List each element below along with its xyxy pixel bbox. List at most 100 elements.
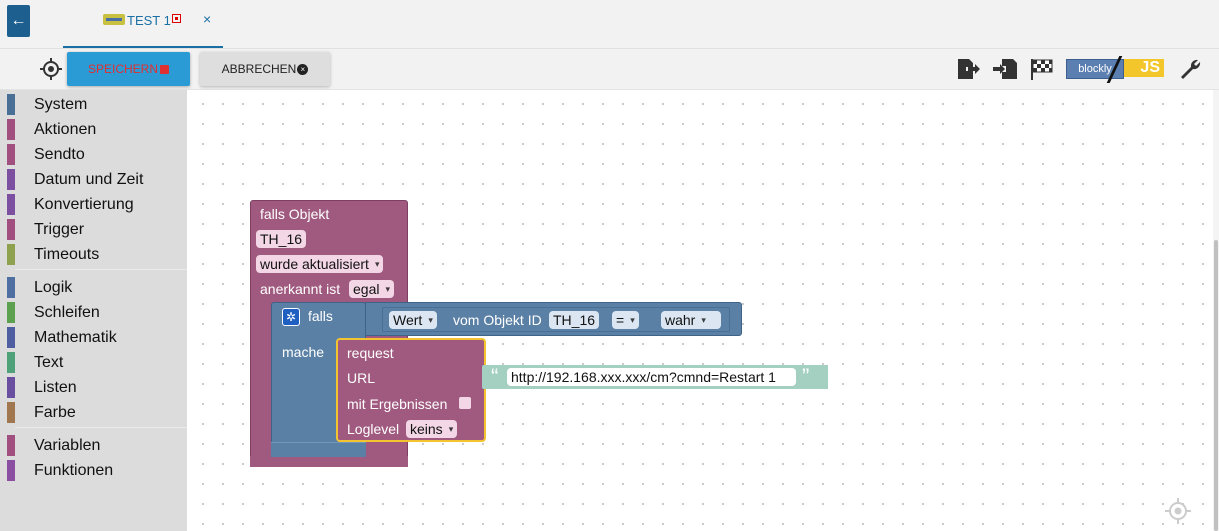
- recenter-icon[interactable]: [1164, 497, 1192, 525]
- category-color: [7, 435, 15, 456]
- results-checkbox[interactable]: [459, 397, 471, 409]
- save-button[interactable]: SPEICHERN: [67, 52, 190, 86]
- category-label: Mathematik: [34, 329, 117, 346]
- blockly-workspace[interactable]: falls Objekt TH_16 wurde aktualisiert an…: [187, 90, 1213, 531]
- category-aktionen[interactable]: Aktionen: [0, 117, 187, 142]
- trigger-object-field[interactable]: TH_16: [256, 230, 307, 248]
- tab-title: TEST 1: [127, 13, 171, 28]
- flag-icon[interactable]: [1029, 57, 1055, 81]
- trigger-event-dropdown[interactable]: wurde aktualisiert: [256, 255, 384, 273]
- category-mathematik[interactable]: Mathematik: [0, 325, 187, 350]
- request-title: request: [347, 345, 394, 361]
- do-label: mache: [282, 344, 325, 360]
- category-label: Timeouts: [34, 246, 100, 263]
- value-dd-label: Wert: [393, 312, 423, 328]
- operator-dropdown[interactable]: =: [612, 311, 639, 329]
- category-variablen[interactable]: Variablen: [0, 433, 187, 458]
- category-color: [7, 244, 15, 265]
- tab-bar: ← TEST 1 ×: [0, 0, 1219, 49]
- js-label: JS: [1124, 59, 1164, 77]
- category-listen[interactable]: Listen: [0, 375, 187, 400]
- category-label: System: [34, 96, 88, 113]
- loglevel-value: keins: [410, 421, 443, 437]
- category-label: Schleifen: [34, 304, 100, 321]
- toolbox-sidebar: System Aktionen Sendto Datum und Zeit Ko…: [0, 90, 187, 531]
- floppy-icon: [160, 64, 169, 74]
- save-label: SPEICHERN: [87, 62, 158, 76]
- category-timeouts[interactable]: Timeouts: [0, 242, 187, 267]
- tab-script[interactable]: TEST 1 ×: [63, 0, 223, 48]
- if-object-field[interactable]: TH_16: [549, 311, 600, 329]
- export-icon[interactable]: [955, 57, 981, 81]
- request-block[interactable]: request URL mit Ergebnissen Loglevel kei…: [336, 338, 486, 442]
- category-sendto[interactable]: Sendto: [0, 142, 187, 167]
- category-text[interactable]: Text: [0, 350, 187, 375]
- category-color: [7, 402, 15, 423]
- url-text-block[interactable]: “ http://192.168.xxx.xxx/cm?cmnd=Restart…: [482, 364, 828, 389]
- category-label: Text: [34, 354, 64, 371]
- category-trigger[interactable]: Trigger: [0, 217, 187, 242]
- cancel-button[interactable]: ABBRECHEN ×: [200, 52, 330, 86]
- category-label: Funktionen: [34, 462, 114, 479]
- ack-value: egal: [353, 281, 380, 297]
- import-icon[interactable]: [992, 57, 1018, 81]
- quote-open-icon: “: [491, 364, 499, 389]
- url-label: URL: [347, 370, 376, 386]
- ack-dropdown[interactable]: egal: [349, 280, 394, 298]
- category-label: Trigger: [34, 221, 85, 238]
- toolbar: SPEICHERN ABBRECHEN × blockly JS: [0, 49, 1219, 90]
- if-object-value: TH_16: [553, 312, 596, 328]
- loglevel-label: Loglevel: [347, 421, 400, 437]
- category-color: [7, 277, 15, 298]
- category-datum-und-zeit[interactable]: Datum und Zeit: [0, 167, 187, 192]
- category-funktionen[interactable]: Funktionen: [0, 458, 187, 483]
- category-label: Konvertierung: [34, 196, 134, 213]
- if-block-bottom: [271, 442, 366, 457]
- category-color: [7, 327, 15, 348]
- category-logik[interactable]: Logik: [0, 275, 187, 300]
- compare-block[interactable]: Wert vom Objekt ID TH_16 = wahr: [382, 307, 730, 332]
- scrollbar-thumb[interactable]: [1214, 240, 1218, 531]
- trigger-event-value: wurde aktualisiert: [260, 256, 369, 272]
- target-icon[interactable]: [39, 57, 63, 81]
- category-label: Sendto: [34, 146, 85, 163]
- blockly-js-toggle[interactable]: blockly JS: [1066, 56, 1164, 83]
- category-label: Aktionen: [34, 121, 97, 138]
- wrench-icon[interactable]: [1177, 57, 1203, 81]
- vertical-scrollbar[interactable]: [1213, 90, 1219, 531]
- category-color: [7, 219, 15, 240]
- category-separator: [15, 427, 187, 428]
- bool-value: wahr: [665, 312, 696, 328]
- of-object-label: vom Objekt ID: [453, 312, 542, 328]
- value-dropdown[interactable]: Wert: [389, 311, 437, 329]
- category-separator: [15, 269, 187, 270]
- category-label: Listen: [34, 379, 77, 396]
- quote-close-icon: ”: [802, 364, 810, 389]
- category-konvertierung[interactable]: Konvertierung: [0, 192, 187, 217]
- category-color: [7, 94, 15, 115]
- category-color: [7, 194, 15, 215]
- category-farbe[interactable]: Farbe: [0, 400, 187, 425]
- category-label: Datum und Zeit: [34, 171, 144, 188]
- back-button[interactable]: ←: [7, 5, 30, 37]
- stop-indicator-icon: [172, 14, 181, 23]
- results-label: mit Ergebnissen: [347, 396, 448, 412]
- url-input[interactable]: http://192.168.xxx.xxx/cm?cmnd=Restart 1: [507, 368, 796, 386]
- close-tab-icon[interactable]: ×: [203, 11, 211, 27]
- category-color: [7, 119, 15, 140]
- trigger-block-bottom: [250, 456, 408, 467]
- category-color: [7, 169, 15, 190]
- bool-dropdown[interactable]: wahr: [661, 311, 721, 329]
- category-schleifen[interactable]: Schleifen: [0, 300, 187, 325]
- blockly-script-icon: [103, 14, 125, 25]
- ack-label: anerkannt ist: [260, 281, 341, 297]
- gear-icon[interactable]: ✲: [282, 308, 300, 326]
- category-label: Farbe: [34, 404, 76, 421]
- cancel-label: ABBRECHEN: [221, 62, 297, 76]
- category-color: [7, 144, 15, 165]
- category-system[interactable]: System: [0, 92, 187, 117]
- category-color: [7, 302, 15, 323]
- loglevel-dropdown[interactable]: keins: [406, 420, 458, 438]
- category-color: [7, 352, 15, 373]
- url-input-value: http://192.168.xxx.xxx/cm?cmnd=Restart 1: [511, 369, 776, 385]
